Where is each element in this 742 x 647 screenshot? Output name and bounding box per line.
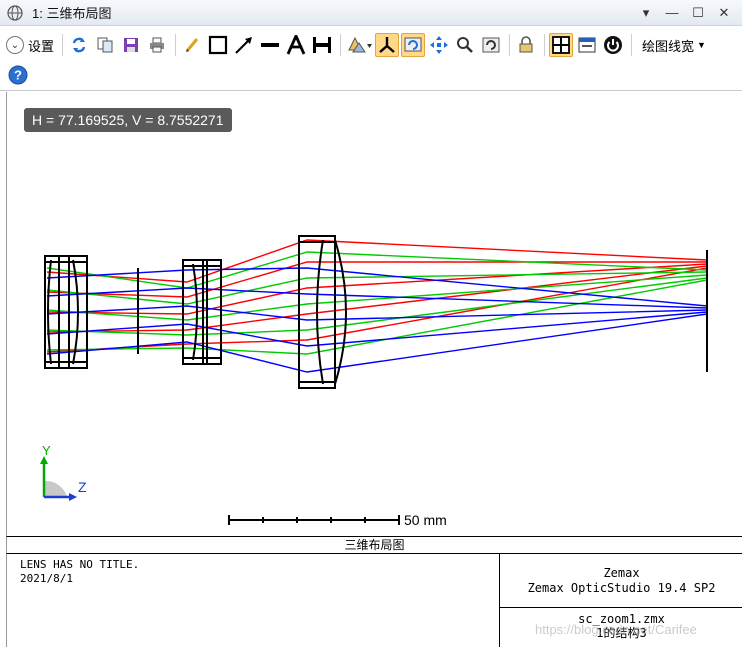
dimension-icon [313, 37, 332, 53]
rotate-view-button[interactable] [345, 33, 373, 57]
reset-icon [482, 37, 500, 53]
grid-icon [552, 36, 570, 54]
settings-button[interactable]: ⌄ 设置 [6, 36, 58, 55]
text-button[interactable] [284, 33, 308, 57]
fit-view-button[interactable] [401, 33, 426, 57]
layout-plot[interactable]: Y Z 50 mm H = 77.169525, V = 8.7552271 [6, 92, 742, 536]
refresh-button[interactable] [67, 33, 91, 57]
z-axis-label: Z [78, 479, 87, 495]
linewidth-dropdown[interactable]: 绘图线宽 ▼ [636, 36, 712, 55]
grid-button[interactable] [549, 33, 574, 57]
help-icon: ? [8, 65, 28, 85]
title-bar: 1: 三维布局图 ▾ — ☐ ✕ [0, 0, 742, 26]
ray-field-1 [46, 239, 708, 283]
svg-text:?: ? [14, 68, 22, 83]
maximize-button[interactable]: ☐ [690, 5, 706, 21]
dimension-button[interactable] [310, 33, 334, 57]
scale-bar-label: 50 mm [404, 512, 447, 528]
zoom-icon [457, 37, 473, 53]
ray-traces [46, 239, 708, 373]
axis-triad: Y Z [40, 443, 87, 501]
arrow-icon [235, 37, 253, 54]
ray-field-3 [46, 313, 708, 373]
reset-button[interactable] [479, 33, 503, 57]
line-icon [261, 43, 280, 47]
lens-title: LENS HAS NO TITLE. [20, 558, 140, 571]
line-button[interactable] [258, 33, 282, 57]
scale-bar [228, 515, 400, 525]
save-icon [124, 38, 139, 52]
pan-icon [430, 36, 449, 54]
pan-button[interactable] [427, 33, 451, 57]
fit-icon [404, 37, 422, 52]
toolbar: ⌄ 设置 绘图线宽 ▼ ? [0, 27, 742, 91]
power-icon [604, 36, 623, 54]
power-button[interactable] [601, 33, 625, 57]
zoom-button[interactable] [453, 33, 477, 57]
axis-icon [379, 37, 395, 53]
dropdown-icon[interactable]: ▾ [638, 5, 654, 21]
company-name: Zemax [603, 566, 640, 580]
save-button[interactable] [119, 33, 143, 57]
lock-button[interactable] [514, 33, 538, 57]
rotate-icon [348, 36, 373, 53]
refresh-icon [72, 37, 86, 53]
ray-field-1 [46, 263, 708, 315]
date: 2021/8/1 [20, 572, 73, 585]
rectangle-icon [208, 35, 228, 55]
axis-view-button[interactable] [375, 33, 400, 57]
software-version: Zemax OpticStudio 19.4 SP2 [527, 581, 716, 595]
y-axis-label: Y [42, 443, 51, 458]
close-button[interactable]: ✕ [716, 5, 732, 21]
watermark: https://blog.csdn.net/Carifee [535, 622, 697, 637]
arrow-button[interactable] [232, 33, 256, 57]
plot-caption: 三维布局图 [6, 536, 742, 554]
pencil-button[interactable] [180, 33, 204, 57]
window-button[interactable] [575, 33, 599, 57]
layout-canvas: Y Z 50 mm [40, 235, 708, 528]
linewidth-label: 绘图线宽 [642, 38, 695, 54]
window-icon [578, 37, 596, 53]
copy-button[interactable] [93, 33, 117, 57]
window-title: 1: 三维布局图 [32, 6, 112, 21]
lock-icon [519, 36, 533, 53]
globe-icon [7, 4, 23, 21]
chevron-down-icon: ⌄ [6, 36, 24, 54]
coordinate-readout: H = 77.169525, V = 8.7552271 [24, 108, 232, 132]
settings-label: 设置 [28, 38, 55, 54]
chevron-down-icon: ▼ [697, 40, 706, 50]
print-button[interactable] [145, 33, 169, 57]
print-icon [150, 37, 165, 53]
copy-icon [97, 37, 113, 53]
rectangle-button[interactable] [206, 33, 230, 57]
minimize-button[interactable]: — [664, 5, 680, 21]
pencil-icon [185, 38, 199, 52]
text-icon [286, 35, 306, 55]
help-button[interactable]: ? [6, 63, 30, 87]
